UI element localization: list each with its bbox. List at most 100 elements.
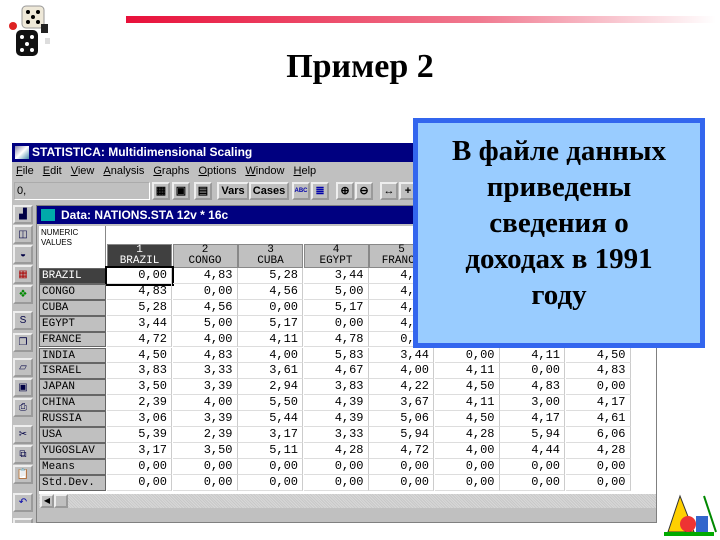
table-cell[interactable]: 3,61 xyxy=(238,363,303,380)
table-cell[interactable]: 0,00 xyxy=(303,458,369,475)
table-cell[interactable]: 0,00 xyxy=(500,458,565,475)
list-icon[interactable]: ≣ xyxy=(311,182,329,200)
menu-window[interactable]: Window xyxy=(245,162,284,180)
row-header[interactable]: CHINA xyxy=(39,395,106,412)
row-header[interactable]: JAPAN xyxy=(39,379,106,396)
table-cell[interactable]: 3,39 xyxy=(172,379,238,396)
table-cell[interactable]: 3,17 xyxy=(107,442,172,459)
table-cell[interactable]: 4,00 xyxy=(369,363,434,380)
table-icon[interactable]: ▦ xyxy=(152,182,170,200)
abc-button[interactable]: ABC xyxy=(292,182,310,200)
zoom-in-icon[interactable]: ⊕ xyxy=(336,182,354,200)
table-cell[interactable]: 5,83 xyxy=(303,347,369,364)
menu-file[interactable]: File xyxy=(16,162,34,180)
chart-icon[interactable]: ◒ xyxy=(13,245,33,264)
table-cell[interactable]: 4,44 xyxy=(500,442,565,459)
menu-graphs[interactable]: Graphs xyxy=(153,162,189,180)
graph-icon[interactable]: ▟ xyxy=(13,205,33,224)
table-cell[interactable]: 2,94 xyxy=(238,379,303,396)
table-cell[interactable]: 3,44 xyxy=(107,315,172,332)
table-cell[interactable]: 5,50 xyxy=(238,395,303,412)
table-cell[interactable]: 3,17 xyxy=(238,427,303,443)
table-cell[interactable]: 4,83 xyxy=(565,363,631,380)
grid-icon[interactable]: ▦ xyxy=(13,265,33,284)
column-header[interactable]: 2 CONGO xyxy=(172,244,238,268)
table-cell[interactable]: 3,50 xyxy=(172,442,238,459)
table-cell[interactable]: 0,00 xyxy=(565,458,631,475)
table-cell[interactable]: 4,83 xyxy=(172,347,238,364)
table-cell[interactable]: 2,39 xyxy=(172,427,238,443)
table-cell[interactable]: 5,00 xyxy=(172,315,238,332)
window-icon[interactable]: ▣ xyxy=(172,182,190,200)
table-cell[interactable]: 0,00 xyxy=(434,474,500,491)
menu-edit[interactable]: Edit xyxy=(43,162,62,180)
folder-open-icon[interactable]: ▱ xyxy=(13,358,33,377)
table-cell[interactable]: 4,22 xyxy=(369,379,434,396)
table-cell[interactable]: 4,17 xyxy=(500,411,565,427)
table-cell[interactable]: 5,28 xyxy=(107,299,172,316)
table-cell[interactable]: 3,33 xyxy=(172,363,238,380)
vars-button[interactable]: Vars xyxy=(217,182,249,200)
table-cell[interactable]: 0,00 xyxy=(369,474,434,491)
table-cell[interactable]: 5,94 xyxy=(500,427,565,443)
row-header[interactable]: FRANCE xyxy=(39,331,106,348)
scroll-thumb[interactable] xyxy=(54,494,68,508)
cell-value-field[interactable]: 0, xyxy=(14,182,150,200)
calculator-icon[interactable]: ▤ xyxy=(194,182,212,200)
table-cell[interactable]: 4,00 xyxy=(434,442,500,459)
cases-button[interactable]: Cases xyxy=(249,182,289,200)
table-cell[interactable]: 0,00 xyxy=(565,379,631,396)
row-header[interactable]: RUSSIA xyxy=(39,411,106,427)
undo-icon[interactable]: ↶ xyxy=(13,493,33,512)
book-icon[interactable]: ◫ xyxy=(13,225,33,244)
horizontal-scrollbar[interactable]: ◀ xyxy=(39,494,656,508)
table-cell[interactable]: 3,00 xyxy=(500,395,565,412)
row-header[interactable]: CONGO xyxy=(39,283,106,300)
table-cell[interactable]: 4,11 xyxy=(238,331,303,348)
table-cell[interactable]: 4,83 xyxy=(107,283,172,300)
table-cell[interactable]: 4,61 xyxy=(565,411,631,427)
table-cell[interactable]: 0,00 xyxy=(500,474,565,491)
table-cell[interactable]: 5,17 xyxy=(238,315,303,332)
row-header[interactable]: USA xyxy=(39,427,106,443)
table-cell[interactable]: 3,39 xyxy=(172,411,238,427)
table-cell[interactable]: 0,00 xyxy=(107,474,172,491)
widen-column-icon[interactable]: ↔ xyxy=(380,182,398,200)
table-cell[interactable]: 0,00 xyxy=(303,315,369,332)
table-cell[interactable]: 3,33 xyxy=(303,427,369,443)
row-header[interactable]: INDIA xyxy=(39,347,106,364)
table-cell[interactable]: 3,50 xyxy=(107,379,172,396)
row-header[interactable]: Means xyxy=(39,458,106,475)
column-header[interactable]: 1 BRAZIL xyxy=(107,244,172,268)
table-cell[interactable]: 5,06 xyxy=(369,411,434,427)
table-cell[interactable]: 0,00 xyxy=(434,347,500,364)
table-cell[interactable]: 5,00 xyxy=(303,283,369,300)
table-cell[interactable]: 5,17 xyxy=(303,299,369,316)
cut-icon[interactable]: ✂ xyxy=(13,425,33,444)
table-cell[interactable]: 3,06 xyxy=(107,411,172,427)
table-cell[interactable]: 4,00 xyxy=(172,395,238,412)
table-cell[interactable]: 0,00 xyxy=(434,458,500,475)
column-header[interactable]: 3 CUBA xyxy=(238,244,303,268)
help-icon[interactable]: ? xyxy=(13,518,33,523)
table-cell[interactable]: 3,67 xyxy=(369,395,434,412)
table-cell[interactable]: 0,00 xyxy=(172,458,238,475)
copy-icon[interactable]: ⧉ xyxy=(13,445,33,464)
table-cell[interactable]: 0,00 xyxy=(105,266,174,286)
table-cell[interactable]: 0,00 xyxy=(172,474,238,491)
menu-help[interactable]: Help xyxy=(294,162,317,180)
table-cell[interactable]: 0,00 xyxy=(500,363,565,380)
table-cell[interactable]: 3,44 xyxy=(303,268,369,284)
table-cell[interactable]: 4,83 xyxy=(172,268,238,284)
row-header[interactable]: BRAZIL xyxy=(39,268,106,284)
paste-icon[interactable]: 📋 xyxy=(13,465,33,484)
table-cell[interactable]: 3,83 xyxy=(303,379,369,396)
table-cell[interactable]: 0,00 xyxy=(303,474,369,491)
table-cell[interactable]: 4,83 xyxy=(500,379,565,396)
table-cell[interactable]: 4,50 xyxy=(434,379,500,396)
menu-analysis[interactable]: Analysis xyxy=(103,162,144,180)
table-cell[interactable]: 4,72 xyxy=(107,331,172,348)
table-cell[interactable]: 4,56 xyxy=(238,283,303,300)
table-cell[interactable]: 4,50 xyxy=(434,411,500,427)
table-cell[interactable]: 0,00 xyxy=(238,474,303,491)
